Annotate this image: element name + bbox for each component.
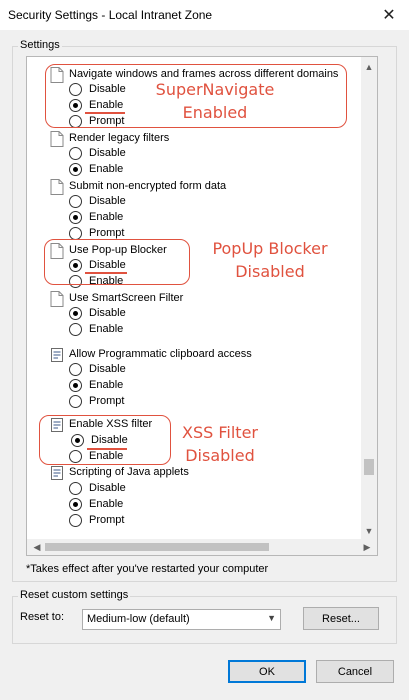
radio-button[interactable] <box>69 323 82 336</box>
cancel-button[interactable]: Cancel <box>316 660 394 683</box>
annotation-popup: PopUp Blocker Disabled <box>212 239 328 281</box>
settings-list[interactable]: Navigate windows and frames across diffe… <box>26 56 378 556</box>
radio-button[interactable] <box>69 498 82 511</box>
reset-to-label: Reset to: <box>20 611 65 623</box>
setting-label: Render legacy filters <box>69 132 170 144</box>
scroll-right-arrow-icon[interactable]: ▶ <box>359 539 375 555</box>
script-icon <box>51 348 63 362</box>
annotation-underline-popup-disable <box>85 272 127 274</box>
setting-label: Use SmartScreen Filter <box>69 292 184 304</box>
horizontal-scroll-thumb[interactable] <box>45 543 269 551</box>
window-title: Security Settings - Local Intranet Zone <box>8 8 213 22</box>
radio-button[interactable] <box>69 379 82 392</box>
horizontal-scrollbar[interactable]: ◀ ▶ <box>27 539 377 555</box>
document-icon <box>50 291 64 307</box>
scroll-left-arrow-icon[interactable]: ◀ <box>29 539 45 555</box>
annotation-box-popup <box>44 239 190 285</box>
scroll-down-arrow-icon[interactable]: ▼ <box>361 523 377 539</box>
radio-button[interactable] <box>69 163 82 176</box>
document-icon <box>50 131 64 147</box>
annotation-underline-enable <box>85 112 125 114</box>
vertical-scroll-thumb[interactable] <box>364 459 374 475</box>
radio-button[interactable] <box>69 395 82 408</box>
reset-group-label: Reset custom settings <box>18 589 131 601</box>
setting-label: Allow Programmatic clipboard access <box>69 348 252 360</box>
document-icon <box>50 179 64 195</box>
ok-button[interactable]: OK <box>228 660 306 683</box>
radio-button[interactable] <box>69 514 82 527</box>
vertical-scrollbar[interactable]: ▲ ▼ <box>361 57 377 541</box>
annotation-supernavigate: SuperNavigate Enabled <box>155 80 275 122</box>
radio-button[interactable] <box>69 195 82 208</box>
scroll-up-arrow-icon[interactable]: ▲ <box>361 59 377 75</box>
radio-button[interactable] <box>69 482 82 495</box>
restart-note: *Takes effect after you've restarted you… <box>26 563 269 575</box>
radio-button[interactable] <box>69 363 82 376</box>
annotation-box-xss <box>39 415 171 465</box>
annotation-xss: XSS Filter Disabled <box>182 423 258 465</box>
close-icon[interactable]: ✕ <box>369 0 409 30</box>
reset-level-select[interactable]: Medium-low (default) ▼ <box>82 609 281 630</box>
title-bar: Security Settings - Local Intranet Zone … <box>0 0 409 30</box>
settings-list-content: Navigate windows and frames across diffe… <box>27 57 362 541</box>
setting-label: Submit non-encrypted form data <box>69 180 227 192</box>
radio-button[interactable] <box>69 211 82 224</box>
reset-level-value: Medium-low (default) <box>87 613 190 625</box>
reset-button[interactable]: Reset... <box>303 607 379 630</box>
setting-label: Scripting of Java applets <box>69 466 189 478</box>
annotation-underline-xss-disable <box>87 448 127 450</box>
radio-button[interactable] <box>69 307 82 320</box>
settings-group-label: Settings <box>18 39 62 51</box>
chevron-down-icon: ▼ <box>267 613 276 623</box>
radio-button[interactable] <box>69 147 82 160</box>
script-icon <box>51 466 63 480</box>
